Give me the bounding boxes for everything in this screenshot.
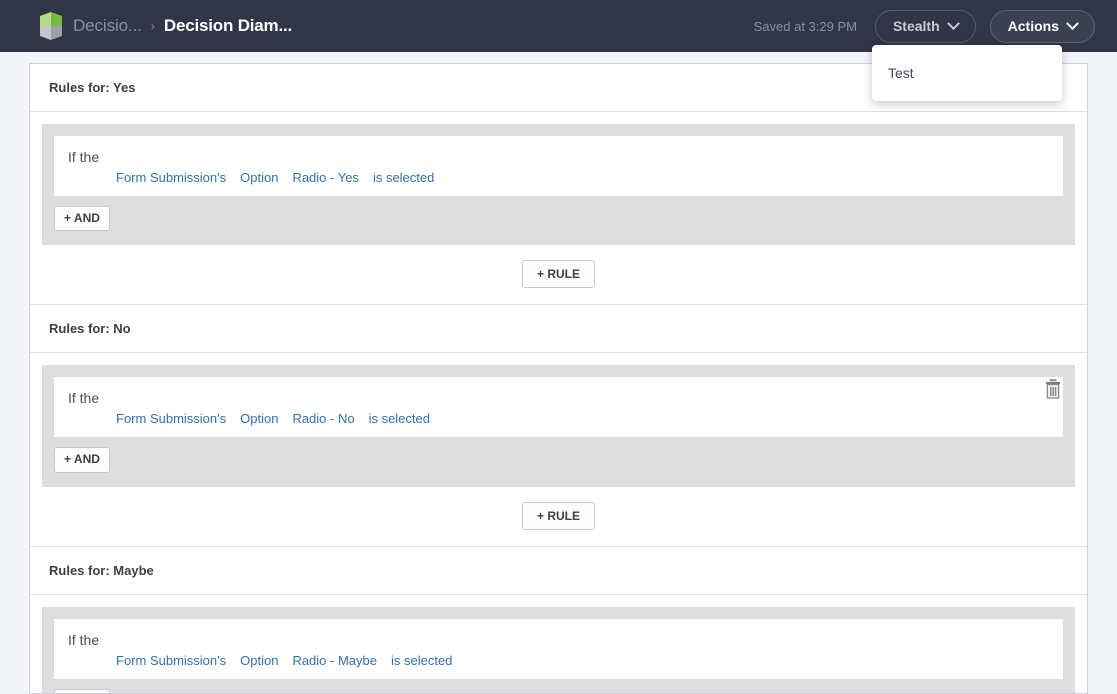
condition-link-operator[interactable]: is selected: [373, 170, 434, 185]
rule-container: If the Form Submission's Option Radio - …: [42, 606, 1075, 693]
decisions-logo-svg: [40, 12, 62, 40]
brand-group: Decisio... › Decision Diam...: [40, 12, 292, 40]
condition-link-field[interactable]: Option: [240, 170, 278, 185]
add-and-button[interactable]: + AND: [54, 688, 110, 693]
condition-link-field[interactable]: Option: [240, 411, 278, 426]
stealth-button[interactable]: Stealth: [874, 9, 976, 43]
add-rule-button[interactable]: + RULE: [521, 260, 595, 289]
condition-link-operator[interactable]: is selected: [391, 653, 452, 668]
condition-if-label: If the: [68, 149, 100, 165]
rules-block: Rules for: No If the Form Submission's O…: [30, 304, 1087, 545]
condition-if-label: If the: [68, 390, 100, 407]
condition-link-operator[interactable]: is selected: [369, 411, 430, 426]
breadcrumb-separator-icon: ›: [150, 19, 155, 33]
condition-row: If the Form Submission's Option Radio - …: [54, 136, 1063, 196]
rules-block-body: If the Form Submission's Option Radio - …: [30, 112, 1087, 304]
saved-status-text: Saved at 3:29 PM: [753, 18, 857, 34]
rule-footer: + RULE: [42, 487, 1075, 546]
breadcrumb-parent[interactable]: Decisio...: [73, 16, 142, 36]
actions-dropdown-menu: Test: [872, 45, 1062, 101]
actions-button[interactable]: Actions: [989, 9, 1095, 43]
rules-block: Rules for: Maybe If the Form Submission'…: [30, 545, 1087, 693]
condition-links: Form Submission's Option Radio - No is s…: [68, 411, 1049, 426]
rules-block-title: Rules for: Yes: [49, 80, 136, 95]
chevron-down-icon: [946, 16, 960, 30]
condition-link-source[interactable]: Form Submission's: [116, 170, 226, 185]
condition-if-label: If the: [68, 631, 100, 648]
and-row: + AND: [54, 679, 1063, 693]
and-row: + AND: [54, 437, 1063, 475]
rules-block-header: Rules for: No: [30, 305, 1087, 354]
and-row: + AND: [54, 196, 1063, 234]
breadcrumb: Decisio... › Decision Diam...: [73, 16, 292, 36]
add-rule-button[interactable]: + RULE: [521, 501, 595, 530]
rules-block-title: Rules for: No: [49, 321, 131, 337]
condition-row: If the Form Submission's Option Radio - …: [54, 618, 1063, 679]
chevron-down-icon: [1066, 16, 1079, 30]
condition-row: If the Form Submission's Option Radio - …: [54, 377, 1063, 438]
trash-icon-svg: [1046, 379, 1060, 400]
page-area: Rules for: Yes If the Form Submission's …: [0, 52, 1117, 694]
rule-container: If the Form Submission's Option Radio - …: [42, 365, 1075, 487]
dropdown-item-test[interactable]: Test: [872, 57, 1062, 89]
rules-block-body: If the Form Submission's Option Radio - …: [30, 595, 1087, 693]
condition-link-source[interactable]: Form Submission's: [116, 653, 226, 668]
condition-link-value[interactable]: Radio - Yes: [292, 170, 359, 185]
condition-link-source[interactable]: Form Submission's: [116, 411, 226, 426]
rule-footer: + RULE: [42, 245, 1075, 304]
top-navigation-bar: Decisio... › Decision Diam... Saved at 3…: [0, 0, 1117, 101]
condition-link-value[interactable]: Radio - Maybe: [292, 653, 377, 668]
actions-button-label: Actions: [1007, 18, 1059, 34]
stealth-button-label: Stealth: [892, 18, 940, 34]
condition-links: Form Submission's Option Radio - Yes is …: [68, 170, 1049, 185]
decisions-logo-icon[interactable]: [40, 12, 62, 40]
condition-link-value[interactable]: Radio - No: [292, 411, 354, 426]
breadcrumb-current: Decision Diam...: [163, 16, 293, 35]
rules-block-header: Rules for: Maybe: [30, 547, 1087, 595]
condition-link-field[interactable]: Option: [240, 653, 278, 668]
rules-card: Rules for: Yes If the Form Submission's …: [29, 63, 1088, 694]
add-and-button[interactable]: + AND: [54, 205, 110, 232]
rule-container: If the Form Submission's Option Radio - …: [42, 124, 1075, 246]
rules-block-title: Rules for: Maybe: [49, 562, 154, 578]
condition-links: Form Submission's Option Radio - Maybe i…: [68, 653, 1049, 668]
topbar-actions: Saved at 3:29 PM Stealth Actions: [753, 9, 1095, 43]
add-and-button[interactable]: + AND: [54, 447, 110, 473]
rules-block-body: If the Form Submission's Option Radio - …: [30, 353, 1087, 545]
trash-icon[interactable]: [1043, 378, 1063, 400]
